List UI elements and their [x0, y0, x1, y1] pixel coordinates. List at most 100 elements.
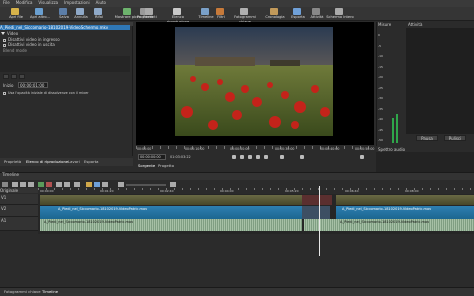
remove-icon[interactable]: [11, 74, 17, 79]
vu-scale: 0 -5 -10 -15 -20 -25 -30 -35 -40 -45 -50: [378, 33, 383, 142]
tab-jobs[interactable]: Lavori: [68, 159, 80, 164]
clip-v1-c[interactable]: [336, 195, 474, 205]
remove-icon[interactable]: [46, 182, 52, 187]
zoom-icon[interactable]: [300, 155, 304, 159]
folder-icon: [11, 8, 19, 15]
menu-bar: File Modifica Visualizza Impostazioni Aiuto: [0, 0, 474, 7]
player-ruler-3: 00:00:30:00: [275, 147, 295, 151]
menu-settings[interactable]: Impostazioni: [64, 0, 89, 5]
tab-project[interactable]: Progetto: [158, 163, 174, 168]
checkbox[interactable]: [3, 43, 6, 47]
open-other-icon: [35, 8, 43, 15]
history-icon: [270, 8, 278, 15]
player-ruler-5: 00:00:50:00: [355, 147, 375, 151]
keyframes-icon: [240, 8, 248, 15]
total-duration: 01:03:03:22: [170, 155, 191, 159]
fullscreen-button[interactable]: Schermo intero: [325, 8, 355, 21]
copy-icon[interactable]: [20, 182, 26, 187]
vu-bar-left: [392, 118, 394, 143]
menu-help[interactable]: Aiuto: [96, 0, 106, 5]
start-field[interactable]: 00:00:01:00: [18, 82, 48, 88]
chevron-down-icon: [1, 32, 5, 35]
append-icon[interactable]: [38, 182, 44, 187]
spectrum-view: [376, 152, 474, 174]
zoom-slider[interactable]: [126, 184, 166, 186]
scrub-icon[interactable]: [94, 182, 100, 187]
fullscreen-icon: [335, 8, 343, 15]
tab-keyframes[interactable]: Fotogrammi chiave: [4, 289, 41, 294]
tab-timeline[interactable]: Timeline: [42, 289, 58, 294]
recent-button[interactable]: Recenti: [135, 8, 165, 21]
current-timecode[interactable]: 00:00:00:00: [138, 154, 166, 160]
audio-meter-title: Misure: [378, 22, 392, 27]
recent-title: Attività: [408, 22, 423, 27]
tab-playlist[interactable]: Elenco di riproduzione: [26, 159, 68, 164]
clip-name[interactable]: A_Piedi_nel_Siccomario-18102019-VideoSch…: [0, 25, 130, 30]
video-group[interactable]: Video: [1, 31, 18, 36]
export-icon: [293, 8, 301, 15]
track-header-original: Originale: [0, 188, 38, 193]
player-ruler-2: 00:00:20:00: [230, 147, 250, 151]
overwrite-icon[interactable]: [64, 182, 70, 187]
player-ruler-4: 00:00:40:00: [320, 147, 340, 151]
playlist-icon: [173, 8, 181, 15]
play-icon[interactable]: [248, 155, 252, 159]
redo-button[interactable]: Rifai: [84, 8, 114, 21]
ripple-icon[interactable]: [102, 182, 108, 187]
zoom-out-icon[interactable]: [118, 182, 124, 187]
list-area: [0, 56, 130, 72]
paste-icon[interactable]: [28, 182, 34, 187]
snap-icon[interactable]: [86, 182, 92, 187]
playhead[interactable]: [319, 186, 320, 256]
recent-list: [406, 28, 474, 134]
jobs-icon: [312, 8, 320, 15]
pause-button[interactable]: Pausa: [416, 135, 438, 141]
playlist-button[interactable]: Elenco riproduzione: [163, 8, 193, 24]
tab-source[interactable]: Sorgente: [138, 163, 155, 168]
track-header-a1[interactable]: A1: [0, 217, 38, 231]
blend-mode-label: Blend mode: [3, 48, 28, 53]
zoom-in-icon[interactable]: [170, 182, 176, 187]
video-frame: [175, 27, 333, 136]
menu-view[interactable]: Visualizza: [38, 0, 58, 5]
menu-file[interactable]: File: [3, 0, 10, 5]
cut-icon[interactable]: [12, 182, 18, 187]
option-disable-output[interactable]: Disattivi video in uscita: [3, 42, 55, 47]
clip-v1-b[interactable]: [302, 195, 332, 205]
start-label: Inizio: [3, 83, 14, 88]
filters-icon: [216, 8, 224, 15]
skip-start-icon[interactable]: [232, 155, 236, 159]
clip-v2-a-label: A_Piedi_nel_Siccomario-18102019-VideoPat…: [58, 207, 148, 211]
clear-button[interactable]: Pulisci: [444, 135, 466, 141]
clip-v2-b[interactable]: [302, 206, 330, 219]
checkbox[interactable]: [3, 91, 6, 95]
vu-bar-right: [396, 114, 398, 143]
rewind-icon[interactable]: [240, 155, 244, 159]
clip-a1-a-label: A_Piedi_nel_Siccomario-18102019-VideoPat…: [44, 220, 134, 224]
menu-edit[interactable]: Modifica: [16, 0, 33, 5]
split-icon[interactable]: [74, 182, 80, 187]
loop-icon[interactable]: [280, 155, 284, 159]
fast-forward-icon[interactable]: [256, 155, 260, 159]
skip-end-icon[interactable]: [264, 155, 268, 159]
clip-a1-b-label: A_Piedi_nel_Siccomario-18102019-VideoPat…: [340, 220, 430, 224]
tab-export[interactable]: Esporta: [84, 159, 99, 164]
undo-icon: [76, 8, 84, 15]
clip-v1-a[interactable]: [40, 195, 302, 205]
copy-icon[interactable]: [19, 74, 25, 79]
bottom-tab-bar: [0, 287, 474, 296]
redo-icon: [94, 8, 102, 15]
lift-icon[interactable]: [56, 182, 62, 187]
mixer-note[interactable]: Usa l'opacità iniziale di dissolvenze co…: [3, 91, 131, 95]
volume-icon[interactable]: [360, 155, 364, 159]
clip-v2-c-label: A_Piedi_nel_Siccomario-18102019-VideoPat…: [342, 207, 432, 211]
menu-icon[interactable]: [2, 182, 8, 187]
add-icon[interactable]: [3, 74, 9, 79]
track-header-v1[interactable]: V1: [0, 194, 38, 205]
tab-properties[interactable]: Proprietà: [4, 159, 21, 164]
player-ruler-1: 00:00:10:00: [185, 147, 205, 151]
player-ruler-0: 00:00:00: [137, 147, 152, 151]
track-header-v2[interactable]: V2: [0, 205, 38, 217]
keyframes-button[interactable]: Fotogrammi chiave: [230, 8, 260, 24]
timeline-title: Timeline: [2, 172, 20, 177]
